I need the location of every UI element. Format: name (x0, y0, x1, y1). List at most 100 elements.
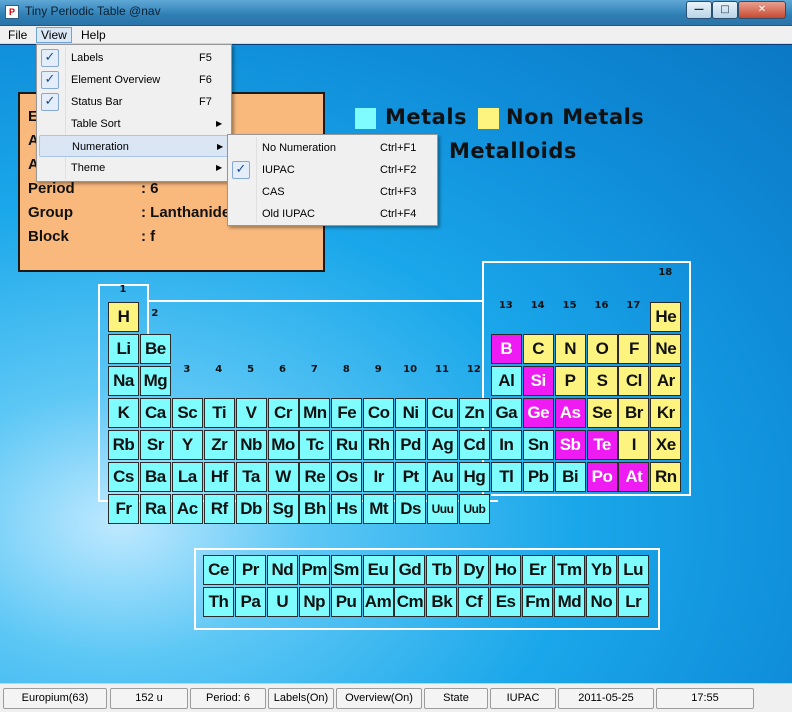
element-cell[interactable]: Ru (331, 430, 363, 460)
element-cell[interactable]: Ba (139, 462, 171, 492)
element-cell[interactable]: Th (203, 587, 234, 617)
element-cell[interactable]: Rb (108, 430, 139, 460)
element-cell[interactable]: Ga (490, 398, 522, 428)
element-cell[interactable]: Hs (331, 494, 363, 524)
element-cell[interactable]: Gd (394, 555, 426, 585)
numeration-menu-item[interactable]: ✓ IUPAC Ctrl+F2 (230, 159, 435, 181)
element-cell[interactable]: Eu (362, 555, 394, 585)
element-cell[interactable]: Zr (203, 430, 235, 460)
element-cell[interactable]: W (267, 462, 299, 492)
element-cell[interactable]: Ge (522, 398, 554, 428)
view-menu-item[interactable]: Numeration ▶ (39, 135, 229, 157)
element-cell[interactable]: Tl (490, 462, 522, 492)
element-cell[interactable]: Dy (458, 555, 490, 585)
element-cell[interactable]: Lu (617, 555, 649, 585)
element-cell[interactable]: No (585, 587, 617, 617)
element-cell[interactable]: Mo (267, 430, 299, 460)
element-cell[interactable]: At (618, 462, 650, 492)
element-cell[interactable]: Pu (330, 587, 362, 617)
element-cell[interactable]: K (108, 398, 139, 428)
element-cell[interactable]: Ti (203, 398, 235, 428)
view-menu-item[interactable]: Theme ▶ (39, 157, 229, 179)
element-cell[interactable]: Re (299, 462, 331, 492)
element-cell[interactable]: Cd (458, 430, 490, 460)
element-cell[interactable]: Sb (554, 430, 586, 460)
element-cell[interactable]: Bk (426, 587, 458, 617)
element-cell[interactable]: La (171, 462, 203, 492)
element-cell[interactable]: Sr (139, 430, 171, 460)
element-cell[interactable]: Cm (394, 587, 426, 617)
element-cell[interactable]: Ag (427, 430, 458, 460)
element-cell[interactable]: Si (522, 366, 554, 396)
element-cell[interactable]: Y (171, 430, 203, 460)
numeration-menu-item[interactable]: Old IUPAC Ctrl+F4 (230, 203, 435, 225)
element-cell[interactable]: Tc (299, 430, 331, 460)
element-cell[interactable]: Fe (331, 398, 363, 428)
element-cell[interactable]: Ni (395, 398, 427, 428)
element-cell[interactable]: Sn (522, 430, 554, 460)
element-cell[interactable]: As (554, 398, 586, 428)
element-cell[interactable]: Tb (426, 555, 458, 585)
element-cell[interactable]: Ra (139, 494, 171, 524)
element-cell[interactable]: Ce (203, 555, 234, 585)
element-cell[interactable]: Cl (618, 366, 650, 396)
element-cell[interactable]: Fr (108, 494, 139, 524)
element-cell[interactable]: Pr (234, 555, 266, 585)
element-cell[interactable]: I (618, 430, 650, 460)
view-menu-item[interactable]: ✓ Element Overview F6 (39, 69, 229, 91)
element-cell[interactable]: Ir (363, 462, 395, 492)
element-cell[interactable]: Sg (267, 494, 299, 524)
numeration-menu-item[interactable]: CAS Ctrl+F3 (230, 181, 435, 203)
element-cell[interactable]: F (618, 334, 650, 364)
element-cell[interactable]: Cr (267, 398, 299, 428)
element-cell[interactable]: Sc (171, 398, 203, 428)
element-cell[interactable]: Np (298, 587, 330, 617)
element-cell[interactable]: Li (108, 334, 139, 364)
menu-view[interactable]: View (36, 27, 72, 43)
view-menu-item[interactable]: Table Sort ▶ (39, 113, 229, 135)
element-cell[interactable]: Lr (617, 587, 649, 617)
element-cell[interactable]: Na (108, 366, 139, 396)
element-cell[interactable]: Mn (299, 398, 331, 428)
element-cell[interactable]: Nb (235, 430, 267, 460)
element-cell[interactable]: U (266, 587, 298, 617)
element-cell[interactable]: Br (618, 398, 650, 428)
element-cell[interactable]: Ne (650, 334, 682, 364)
element-cell[interactable]: Ds (395, 494, 427, 524)
menu-help[interactable]: Help (77, 27, 110, 43)
element-cell[interactable]: Bh (299, 494, 331, 524)
minimize-button[interactable]: — (686, 1, 712, 19)
element-cell[interactable]: Rh (363, 430, 395, 460)
element-cell[interactable]: N (554, 334, 586, 364)
element-cell[interactable]: Pb (522, 462, 554, 492)
element-cell[interactable]: Kr (650, 398, 682, 428)
element-cell[interactable]: Am (362, 587, 394, 617)
element-cell[interactable]: P (554, 366, 586, 396)
element-cell[interactable]: Bi (554, 462, 586, 492)
element-cell[interactable]: Ar (650, 366, 682, 396)
element-cell[interactable]: Rf (203, 494, 235, 524)
element-cell[interactable]: Pa (234, 587, 266, 617)
element-cell[interactable]: Es (490, 587, 522, 617)
element-cell[interactable]: Ca (139, 398, 171, 428)
element-cell[interactable]: Zn (458, 398, 490, 428)
element-cell[interactable]: Te (586, 430, 618, 460)
element-cell[interactable]: Yb (585, 555, 617, 585)
element-cell[interactable]: Be (139, 334, 171, 364)
element-cell[interactable]: O (586, 334, 618, 364)
menu-file[interactable]: File (4, 27, 31, 43)
element-cell[interactable]: Tm (553, 555, 585, 585)
element-cell[interactable]: Sm (330, 555, 362, 585)
element-cell[interactable]: He (650, 302, 682, 332)
close-button[interactable]: ✕ (738, 1, 786, 19)
view-menu-item[interactable]: ✓ Labels F5 (39, 47, 229, 69)
element-cell[interactable]: Xe (650, 430, 682, 460)
element-cell[interactable]: Co (363, 398, 395, 428)
element-cell[interactable]: B (490, 334, 522, 364)
element-cell[interactable]: Pt (395, 462, 427, 492)
element-cell[interactable]: Uuu (427, 494, 458, 524)
element-cell[interactable]: Po (586, 462, 618, 492)
element-cell[interactable]: Hf (203, 462, 235, 492)
element-cell[interactable]: Cs (108, 462, 139, 492)
element-cell[interactable]: Pd (395, 430, 427, 460)
